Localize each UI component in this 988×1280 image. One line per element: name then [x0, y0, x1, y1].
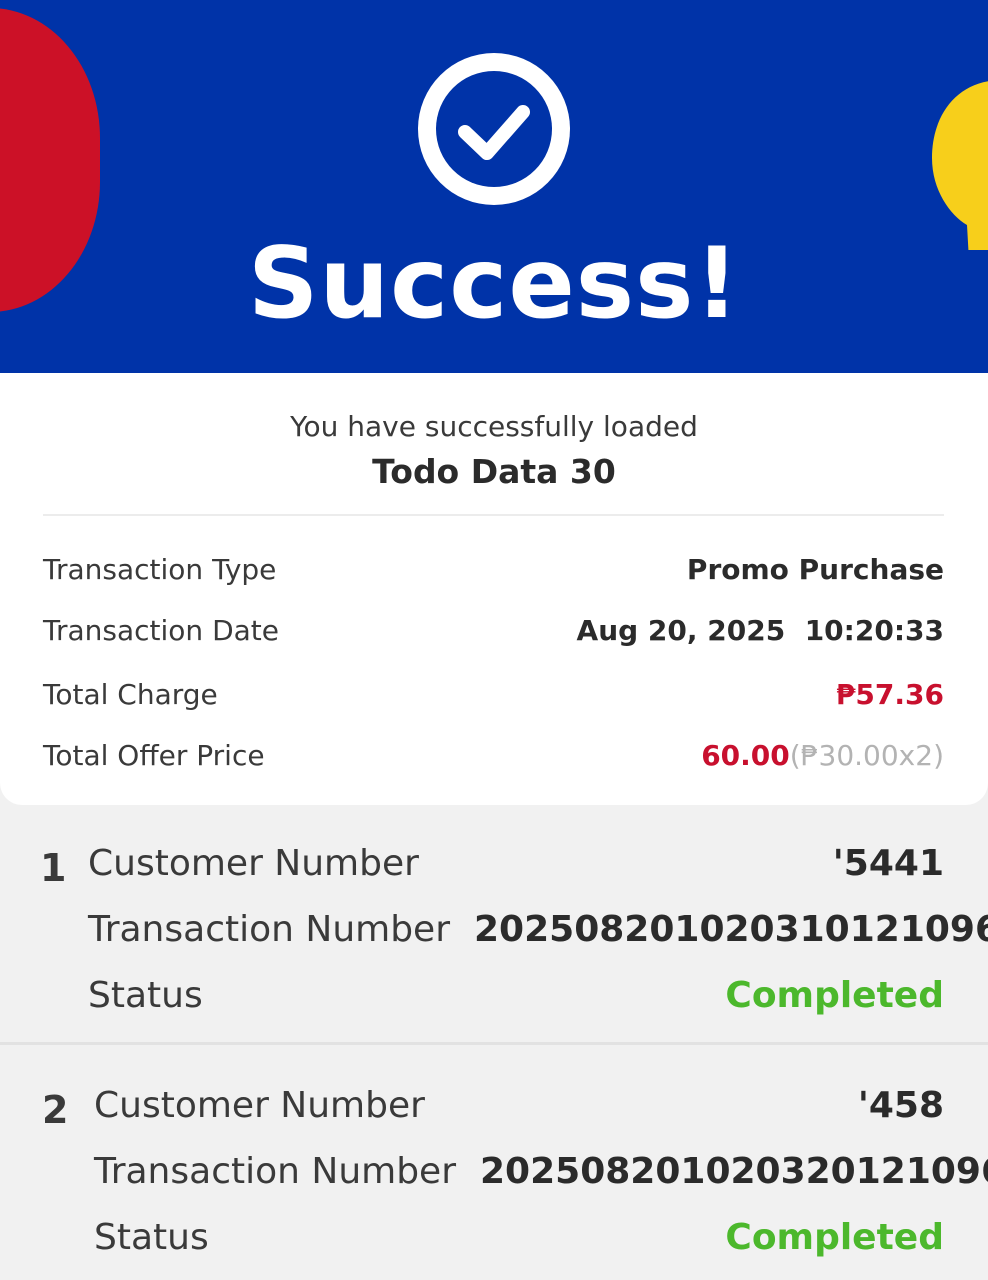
transaction-type-row: Transaction Type Promo Purchase	[43, 550, 944, 590]
transaction-type-value: Promo Purchase	[686, 553, 944, 586]
transaction-number-value: 20250820102031012109618740	[474, 909, 988, 950]
customer-number-value: '5441	[832, 843, 944, 884]
status-value: Completed	[725, 975, 944, 1016]
total-charge-value: ₱57.36	[835, 678, 944, 711]
transaction-number-label: Transaction Number	[88, 909, 451, 950]
transaction-date-label: Transaction Date	[43, 614, 280, 647]
total-offer-price-row: Total Offer Price 60.00(₱30.00x2)	[43, 736, 944, 776]
brand-yellow-speech-bubble	[932, 81, 988, 250]
check-circle-icon	[418, 53, 570, 205]
transaction-number-label: Transaction Number	[94, 1151, 457, 1192]
offer-price-detail: (₱30.00x2)	[789, 739, 944, 772]
divider	[43, 514, 944, 516]
status-value: Completed	[725, 1217, 944, 1258]
customer-number-label: Customer Number	[88, 843, 419, 884]
transaction-number-value: 20250820102032012109618740	[480, 1151, 988, 1192]
total-offer-price-label: Total Offer Price	[43, 739, 265, 772]
transaction-date-row: Transaction Date Aug 20, 2025 10:20:33	[43, 611, 944, 651]
product-name: Todo Data 30	[372, 452, 616, 491]
total-charge-row: Total Charge ₱57.36	[43, 675, 944, 715]
summary-card: You have successfully loaded Todo Data 3…	[0, 373, 988, 805]
transaction-index: 1	[40, 846, 67, 890]
customer-number-value: '458	[857, 1085, 944, 1126]
total-offer-price-value: 60.00(₱30.00x2)	[701, 736, 944, 776]
transaction-index: 2	[42, 1088, 69, 1132]
success-title: Success!	[247, 227, 741, 341]
success-screen: Success! You have successfully loaded To…	[0, 0, 988, 1280]
status-label: Status	[94, 1217, 209, 1258]
status-label: Status	[88, 975, 203, 1016]
loaded-label: You have successfully loaded	[290, 410, 698, 443]
success-header: Success!	[0, 0, 988, 373]
offer-price-amount: 60.00	[701, 739, 790, 772]
total-charge-label: Total Charge	[43, 678, 218, 711]
transaction-separator	[0, 1042, 988, 1045]
transaction-type-label: Transaction Type	[43, 553, 277, 586]
transaction-date-value: Aug 20, 2025 10:20:33	[576, 614, 944, 647]
customer-number-label: Customer Number	[94, 1085, 425, 1126]
